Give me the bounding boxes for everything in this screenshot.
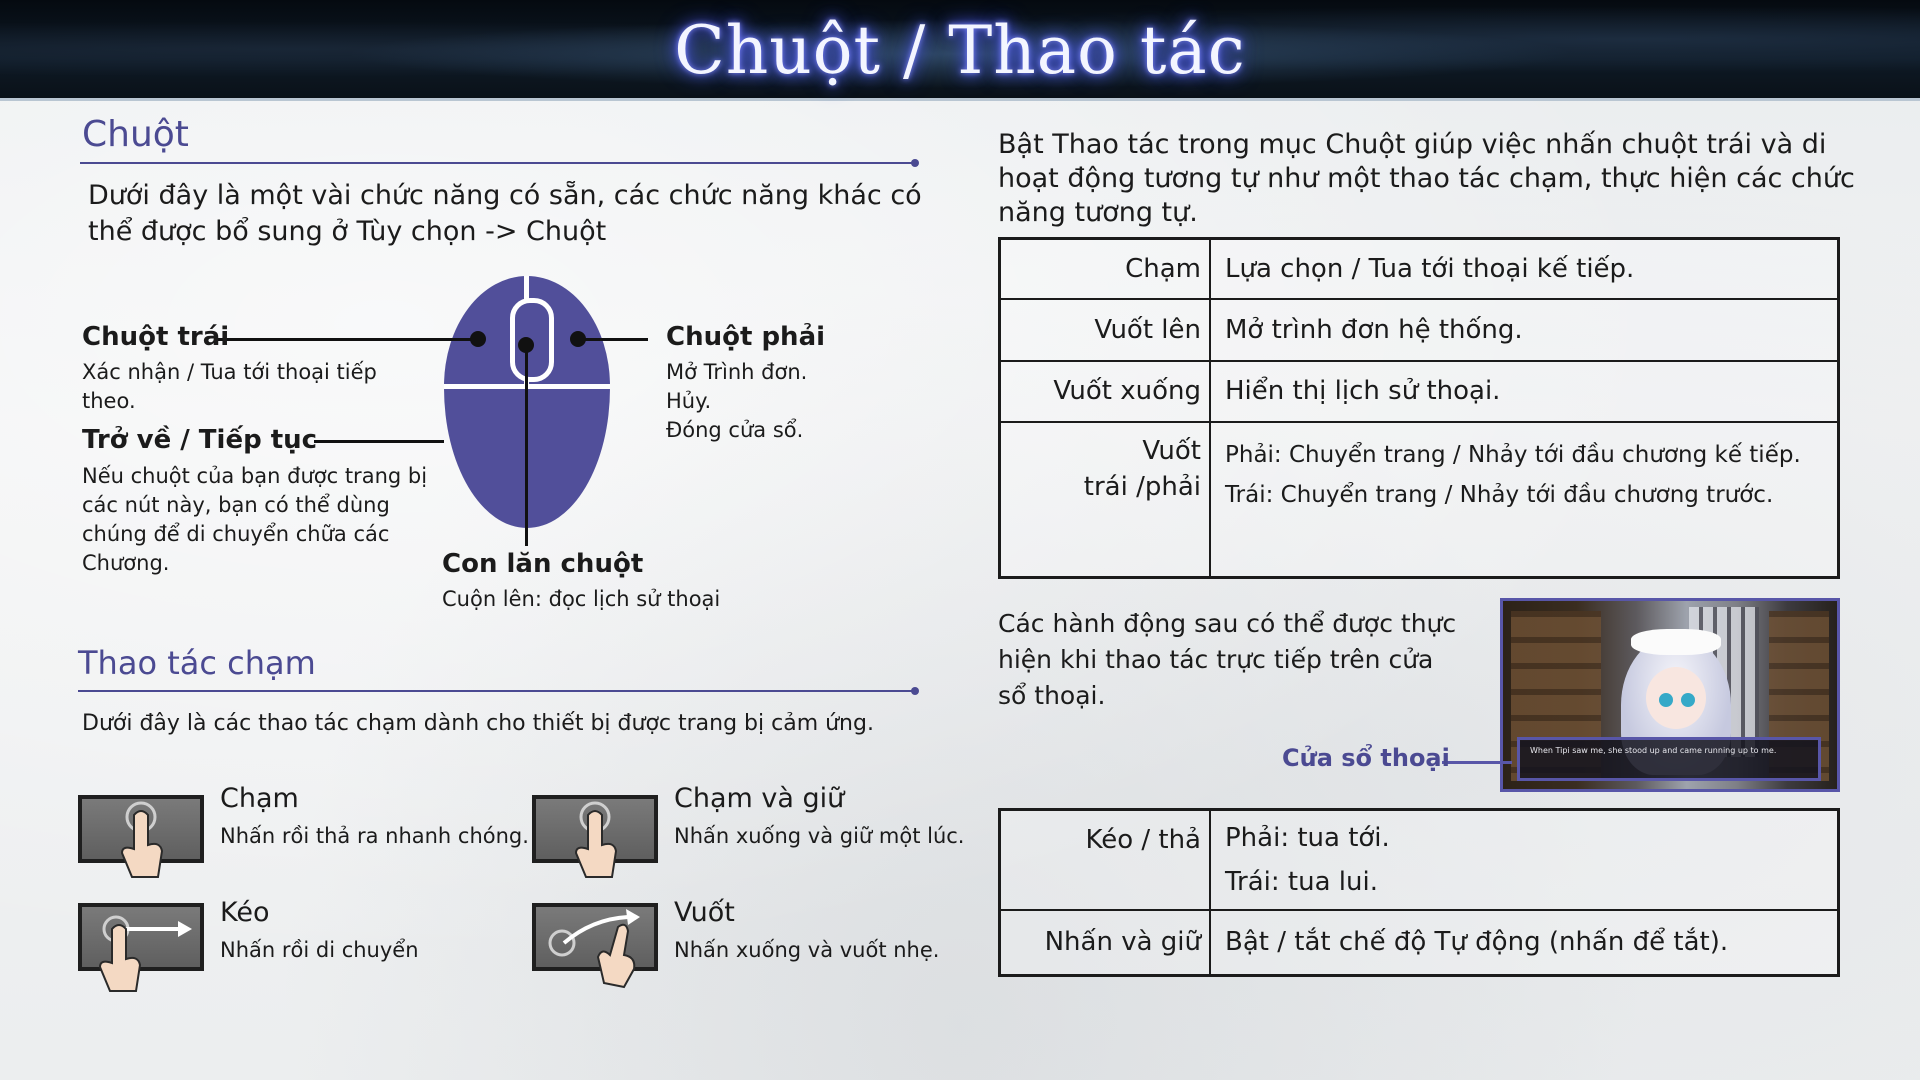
right-click-label: Chuột phải xyxy=(666,322,826,352)
wheel-pointer xyxy=(525,346,528,546)
table-key: Kéo / thả xyxy=(998,808,1211,911)
back-forward-pointer xyxy=(314,440,444,443)
mouse-section-title: Chuột xyxy=(82,114,189,155)
left-click-label: Chuột trái xyxy=(82,322,230,352)
touch-section-intro: Dưới đây là các thao tác chạm dành cho t… xyxy=(82,711,874,736)
table-key: Nhấn và giữ xyxy=(998,908,1211,977)
table-key: Vuốt trái /phải xyxy=(998,421,1211,579)
tap-hold-icon xyxy=(532,795,658,878)
table-key: Chạm xyxy=(998,237,1211,301)
character-bow xyxy=(1631,629,1721,655)
left-click-pointer xyxy=(218,338,478,341)
table-row: Nhấn và giữ Bật / tắt chế độ Tự động (nh… xyxy=(998,908,1840,977)
mouse-section-intro: Dưới đây là một vài chức năng có sẵn, cá… xyxy=(88,180,922,247)
game-screenshot: When Tipi saw me, she stood up and came … xyxy=(1500,598,1840,792)
character-eye xyxy=(1659,693,1673,707)
right-click-dot xyxy=(570,331,586,347)
table-key-line: trái /phải xyxy=(1083,472,1201,503)
left-click-desc: Xác nhận / Tua tới thoại tiếp theo. xyxy=(82,360,377,413)
back-forward-desc: Nếu chuột của bạn được trang bị các nút … xyxy=(82,464,428,575)
mouse-section-rule xyxy=(80,159,919,167)
gesture-tap-hold-desc: Nhấn xuống và giữ một lúc. xyxy=(674,824,965,848)
table-key-line: Vuốt xyxy=(1142,436,1201,467)
touch-actions-table: Chạm Lựa chọn / Tua tới thoại kế tiếp. V… xyxy=(998,237,1840,579)
table-value-line: Trái: tua lui. xyxy=(1225,866,1378,897)
gesture-tap-desc: Nhấn rồi thả ra nhanh chóng. xyxy=(220,824,529,848)
character-face xyxy=(1646,667,1706,729)
dialog-callout-line xyxy=(1442,761,1512,764)
wheel-desc: Cuộn lên: đọc lịch sử thoại xyxy=(442,587,721,611)
dialog-window[interactable]: When Tipi saw me, she stood up and came … xyxy=(1517,737,1821,781)
table-row: Vuốt lên Mở trình đơn hệ thống. xyxy=(998,298,1840,362)
swipe-icon xyxy=(532,903,658,989)
right-click-desc-1: Mở Trình đơn. xyxy=(666,360,808,384)
gesture-tap-name: Chạm xyxy=(220,783,299,814)
table-key: Vuốt xuống xyxy=(998,359,1211,424)
wheel-label: Con lăn chuột xyxy=(442,549,644,579)
dialog-text: When Tipi saw me, she stood up and came … xyxy=(1530,746,1777,755)
touch-section-rule xyxy=(78,687,919,695)
drag-icon xyxy=(78,903,204,992)
table-row: Chạm Lựa chọn / Tua tới thoại kế tiếp. xyxy=(998,237,1840,301)
table-row: Vuốt trái /phải Phải: Chuyển trang / Nhả… xyxy=(998,421,1840,579)
right-click-desc-3: Đóng cửa sổ. xyxy=(666,418,804,442)
table-row: Vuốt xuống Hiển thị lịch sử thoại. xyxy=(998,359,1840,424)
table-value: Mở trình đơn hệ thống. xyxy=(1209,298,1840,362)
tap-icon xyxy=(78,795,204,878)
table-value: Phải: Chuyển trang / Nhảy tới đầu chương… xyxy=(1209,421,1840,579)
table-value: Bật / tắt chế độ Tự động (nhấn để tắt). xyxy=(1209,908,1840,977)
left-click-dot xyxy=(470,331,486,347)
table-value: Hiển thị lịch sử thoại. xyxy=(1209,359,1840,424)
touch-section-title: Thao tác chạm xyxy=(78,644,316,682)
wheel-dot xyxy=(518,337,534,353)
table-value: Lựa chọn / Tua tới thoại kế tiếp. xyxy=(1209,237,1840,301)
header-banner: Chuột / Thao tác xyxy=(0,0,1920,101)
table-value-line: Trái: Chuyển trang / Nhảy tới đầu chương… xyxy=(1225,482,1774,509)
table-value: Phải: tua tới. Trái: tua lui. xyxy=(1209,808,1840,911)
table-value-line: Phải: Chuyển trang / Nhảy tới đầu chương… xyxy=(1225,442,1801,469)
table-key: Vuốt lên xyxy=(998,298,1211,362)
gesture-drag-desc: Nhấn rồi di chuyển xyxy=(220,938,419,962)
right-click-pointer xyxy=(578,338,648,341)
table-row: Kéo / thả Phải: tua tới. Trái: tua lui. xyxy=(998,808,1840,911)
gesture-tap-hold-name: Chạm và giữ xyxy=(674,783,845,814)
gesture-swipe-name: Vuốt xyxy=(674,897,735,928)
gesture-drag-name: Kéo xyxy=(220,897,270,928)
touch-mode-intro: Bật Thao tác trong mục Chuột giúp việc n… xyxy=(998,129,1855,228)
table-value-line: Phải: tua tới. xyxy=(1225,822,1390,853)
character-eye xyxy=(1681,693,1695,707)
dialog-note: Các hành động sau có thể được thực hiện … xyxy=(998,609,1457,710)
right-click-desc-2: Hủy. xyxy=(666,389,712,413)
dialog-actions-table: Kéo / thả Phải: tua tới. Trái: tua lui. … xyxy=(998,808,1840,977)
page-title: Chuột / Thao tác xyxy=(674,12,1246,89)
gesture-swipe-desc: Nhấn xuống và vuốt nhẹ. xyxy=(674,938,940,962)
dialog-label: Cửa sổ thoại xyxy=(1282,744,1450,772)
back-forward-label: Trở về / Tiếp tục xyxy=(82,425,318,455)
